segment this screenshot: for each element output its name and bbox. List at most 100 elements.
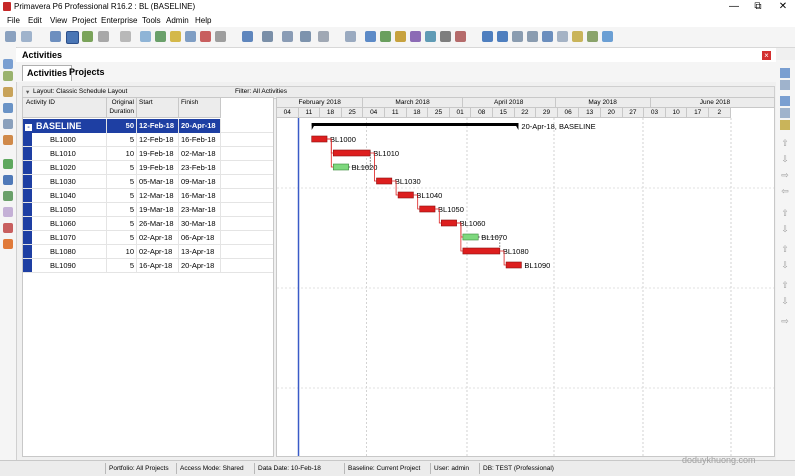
indent-icon[interactable]: ⇨ — [780, 170, 790, 180]
arrow-down-3-icon[interactable]: ⇩ — [780, 296, 790, 306]
activity-id-cell: BL1050 — [32, 203, 107, 217]
activity-id-cell: BL1000 — [32, 133, 107, 147]
column-header-start[interactable]: Start — [137, 98, 179, 118]
paste-side-icon[interactable] — [780, 120, 790, 130]
table-row[interactable]: BL1040 5 12-Mar-18 16-Mar-18 — [23, 189, 273, 203]
network-view-icon[interactable] — [82, 31, 93, 42]
print-icon[interactable] — [5, 31, 16, 42]
collapse-all-icon[interactable] — [527, 31, 538, 42]
table-row[interactable]: BL1080 10 02-Apr-18 13-Apr-18 — [23, 245, 273, 259]
close-window-button[interactable]: ✕ — [771, 0, 795, 14]
wps-docs-icon[interactable] — [3, 207, 13, 217]
filter-label[interactable]: Filter: All Activities — [235, 88, 287, 95]
assignments-icon[interactable] — [3, 191, 13, 201]
progress-spotlight-icon[interactable] — [410, 31, 421, 42]
check-schedule-icon[interactable] — [455, 31, 466, 42]
details-icon[interactable] — [140, 31, 151, 42]
menu-edit[interactable]: Edit — [28, 16, 42, 25]
activities-icon[interactable] — [3, 175, 13, 185]
eps-icon[interactable] — [3, 87, 13, 97]
schedule-icon[interactable] — [365, 31, 376, 42]
menu-help[interactable]: Help — [195, 16, 211, 25]
table-font-icon[interactable] — [318, 31, 329, 42]
move-down-icon[interactable]: ⇩ — [780, 154, 790, 164]
filter-icon[interactable] — [282, 31, 293, 42]
table-row[interactable]: BL1050 5 19-Mar-18 23-Mar-18 — [23, 203, 273, 217]
projects-icon[interactable] — [3, 71, 13, 81]
minimize-button[interactable]: — — [722, 0, 746, 14]
reports-icon[interactable] — [3, 119, 13, 129]
critical-activity-bar — [419, 205, 436, 213]
menu-tools[interactable]: Tools — [142, 16, 161, 25]
menu-enterprise[interactable]: Enterprise — [101, 16, 137, 25]
wbs-icon[interactable] — [3, 159, 13, 169]
table-row[interactable]: BL1010 10 19-Feb-18 02-Mar-18 — [23, 147, 273, 161]
columns-icon[interactable] — [242, 31, 253, 42]
add-icon[interactable] — [780, 68, 790, 78]
bottom-layout-icon[interactable] — [120, 31, 131, 42]
profile-icon[interactable] — [185, 31, 196, 42]
start-cell: 26-Mar-18 — [137, 217, 179, 231]
arrow-up-2-icon[interactable]: ⇧ — [780, 244, 790, 254]
copy-side-icon[interactable] — [780, 108, 790, 118]
outdent-icon[interactable]: ⇦ — [780, 186, 790, 196]
close-panel-icon[interactable]: × — [762, 51, 771, 60]
tracking-icon[interactable] — [3, 135, 13, 145]
apply-actuals-icon[interactable] — [395, 31, 406, 42]
column-header-activity-id[interactable]: Activity ID — [23, 98, 107, 118]
collapse-icon[interactable]: - — [25, 123, 32, 131]
help-icon[interactable] — [602, 31, 613, 42]
arrow-up-icon[interactable]: ⇧ — [780, 208, 790, 218]
arrow-down-icon[interactable]: ⇩ — [780, 224, 790, 234]
resources-icon[interactable] — [3, 103, 13, 113]
gantt-chart-icon[interactable] — [66, 31, 79, 44]
move-up-icon[interactable]: ⇧ — [780, 138, 790, 148]
spell-icon[interactable] — [587, 31, 598, 42]
layout-label[interactable]: Layout: Classic Schedule Layout — [33, 88, 127, 95]
zoom-out-icon[interactable] — [497, 31, 508, 42]
summarize-icon[interactable] — [440, 31, 451, 42]
table-row[interactable]: BL1070 5 02-Apr-18 06-Apr-18 — [23, 231, 273, 245]
arrow-down-2-icon[interactable]: ⇩ — [780, 260, 790, 270]
paste-icon[interactable] — [572, 31, 583, 42]
arrow-up-3-icon[interactable]: ⇧ — [780, 280, 790, 290]
activity-bar-label: BL1010 — [373, 149, 399, 158]
home-icon[interactable] — [3, 59, 13, 69]
table-row[interactable]: BL1060 5 26-Mar-18 30-Mar-18 — [23, 217, 273, 231]
print-preview-icon[interactable] — [21, 31, 32, 42]
table-row[interactable]: BL1000 5 12-Feb-18 16-Feb-18 — [23, 133, 273, 147]
thresholds-icon[interactable] — [3, 223, 13, 233]
menu-file[interactable]: File — [7, 16, 20, 25]
arrow-right-icon[interactable]: ⇨ — [780, 316, 790, 326]
bars-icon[interactable] — [262, 31, 273, 42]
timescale-icon[interactable] — [345, 31, 356, 42]
resource-icon[interactable] — [155, 31, 166, 42]
level-icon[interactable] — [380, 31, 391, 42]
column-header-finish[interactable]: Finish — [179, 98, 221, 118]
scroll-to-bar-icon[interactable] — [542, 31, 553, 42]
wbs-row[interactable]: - BASELINE 50 12-Feb-18 20-Apr-18 — [23, 119, 273, 133]
layout-icon[interactable] — [50, 31, 61, 42]
trace-logic-icon[interactable] — [200, 31, 211, 42]
menu-admin[interactable]: Admin — [166, 16, 189, 25]
group-sort-icon[interactable] — [300, 31, 311, 42]
column-header-duration[interactable]: Original Duration — [107, 98, 137, 118]
table-row[interactable]: BL1030 5 05-Mar-18 09-Mar-18 — [23, 175, 273, 189]
zoom-in-icon[interactable] — [482, 31, 493, 42]
delete-icon[interactable] — [780, 80, 790, 90]
table-row[interactable]: BL1090 5 16-Apr-18 20-Apr-18 — [23, 259, 273, 273]
layout-dropdown-icon[interactable]: ▾ — [26, 88, 29, 96]
copy-icon[interactable] — [557, 31, 568, 42]
issues-icon[interactable] — [3, 239, 13, 249]
store-period-icon[interactable] — [425, 31, 436, 42]
tab-projects[interactable]: Projects — [65, 65, 109, 80]
menu-view[interactable]: View — [50, 16, 67, 25]
expand-all-icon[interactable] — [512, 31, 523, 42]
activity-usage-icon[interactable] — [98, 31, 109, 42]
restore-button[interactable]: ⧉ — [746, 0, 770, 14]
table-row[interactable]: BL1020 5 19-Feb-18 23-Feb-18 — [23, 161, 273, 175]
cut-icon[interactable] — [780, 96, 790, 106]
menu-project[interactable]: Project — [72, 16, 97, 25]
assignment-icon[interactable] — [170, 31, 181, 42]
more-icon[interactable] — [215, 31, 226, 42]
